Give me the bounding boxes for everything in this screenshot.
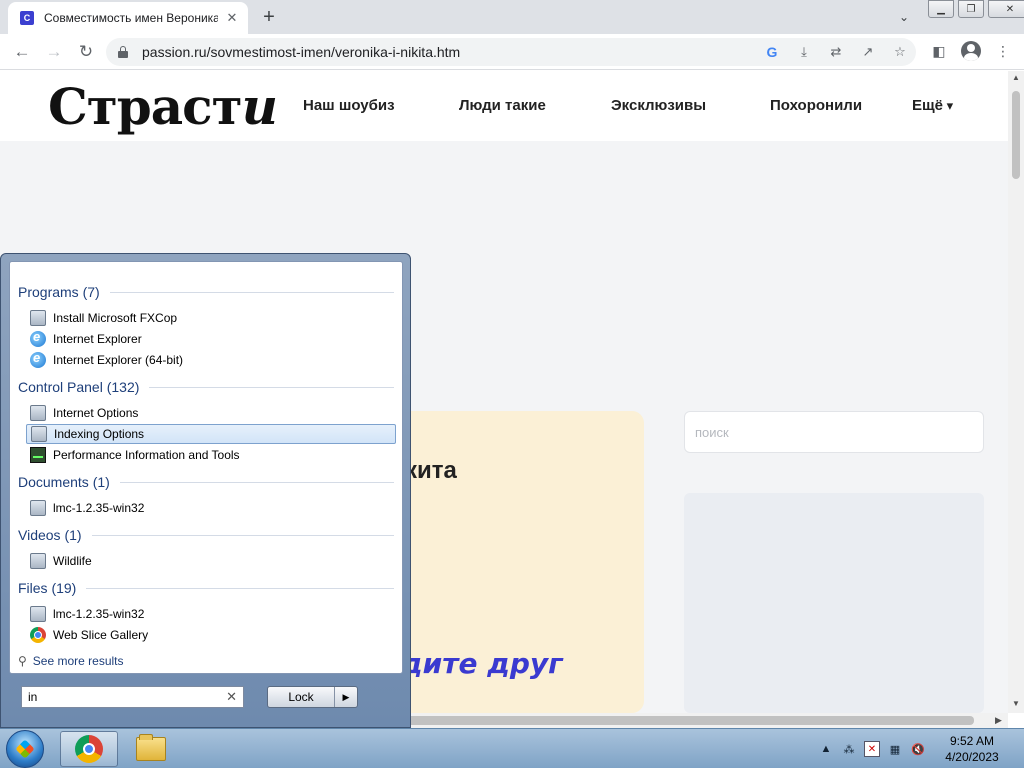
nav-link-showbiz[interactable]: Наш шоубиз bbox=[303, 97, 395, 114]
toolbar-right: ◧ ⋮ bbox=[928, 40, 1024, 62]
category-programs[interactable]: Programs (7) bbox=[18, 284, 394, 300]
chrome-icon bbox=[75, 735, 103, 763]
result-item[interactable]: Internet Explorer bbox=[26, 329, 396, 349]
site-search-input[interactable]: поиск bbox=[684, 411, 984, 453]
window-controls: ▁ ❐ ✕ bbox=[928, 0, 1024, 18]
restore-button[interactable]: ❐ bbox=[958, 0, 984, 18]
share-icon[interactable]: ↗ bbox=[858, 42, 878, 62]
internet-explorer-icon bbox=[30, 350, 46, 368]
menu-kebab-icon[interactable]: ⋮ bbox=[992, 40, 1014, 62]
tab-close-icon[interactable]: ✕ bbox=[224, 10, 240, 26]
browser-titlebar: С Совместимость имен Вероника ✕ + ⌄ ▁ ❐ … bbox=[0, 0, 1024, 34]
scroll-right-arrow-icon[interactable]: ▶ bbox=[995, 715, 1002, 726]
video-file-icon bbox=[30, 553, 46, 569]
side-panel-icon[interactable]: ◧ bbox=[928, 40, 950, 62]
address-bar-actions: G ⤓ ⇄ ↗ ☆ bbox=[750, 42, 910, 62]
file-icon bbox=[30, 500, 46, 516]
installer-icon bbox=[30, 310, 46, 326]
system-clock[interactable]: 9:52 AM 4/20/2023 bbox=[930, 733, 1014, 765]
reload-button[interactable]: ↻ bbox=[75, 41, 97, 63]
clock-date: 4/20/2023 bbox=[945, 750, 999, 764]
volume-muted-icon[interactable]: 🔇 bbox=[910, 741, 926, 757]
scroll-up-arrow-icon[interactable]: ▲ bbox=[1011, 73, 1021, 82]
see-more-results-link[interactable]: ⚲ See more results bbox=[18, 654, 124, 668]
shutdown-options-arrow-icon[interactable]: ▶ bbox=[335, 687, 357, 707]
show-hidden-icons-icon[interactable]: ▲ bbox=[818, 741, 834, 757]
lock-button[interactable]: Lock ▶ bbox=[267, 686, 358, 708]
result-item[interactable]: Internet Explorer (64-bit) bbox=[26, 350, 396, 370]
chrome-icon bbox=[30, 627, 46, 643]
search-results-panel: Programs (7) Install Microsoft FXCop Int… bbox=[9, 261, 403, 674]
article-title: кита bbox=[405, 457, 457, 484]
folder-icon bbox=[136, 734, 166, 761]
site-logo[interactable]: Страсти bbox=[48, 77, 278, 136]
vertical-scrollbar[interactable]: ▲ ▼ bbox=[1008, 71, 1024, 713]
result-item[interactable]: Wildlife bbox=[26, 551, 396, 571]
action-center-icon[interactable] bbox=[864, 741, 880, 757]
nav-link-obituaries[interactable]: Похоронили bbox=[770, 97, 862, 114]
nav-link-more[interactable]: Ещё bbox=[912, 97, 953, 114]
new-tab-button[interactable]: + bbox=[258, 6, 280, 28]
result-item[interactable]: Install Microsoft FXCop bbox=[26, 308, 396, 328]
indexing-options-icon bbox=[31, 426, 47, 442]
browser-tab[interactable]: С Совместимость имен Вероника ✕ bbox=[8, 2, 248, 34]
clock-time: 9:52 AM bbox=[949, 734, 995, 748]
address-bar[interactable]: passion.ru/sovmestimost-imen/veronika-i-… bbox=[106, 38, 916, 66]
network-disconnected-icon[interactable]: ▦ bbox=[887, 741, 903, 757]
lock-icon[interactable] bbox=[118, 46, 128, 58]
category-documents[interactable]: Documents (1) bbox=[18, 474, 394, 490]
result-item[interactable]: Internet Options bbox=[26, 403, 396, 423]
taskbar-explorer-button[interactable] bbox=[122, 731, 180, 767]
category-files[interactable]: Files (19) bbox=[18, 580, 394, 596]
file-icon bbox=[30, 606, 46, 622]
clear-search-icon[interactable]: ✕ bbox=[226, 689, 237, 705]
url-text[interactable]: passion.ru/sovmestimost-imen/veronika-i-… bbox=[142, 44, 460, 60]
performance-tools-icon bbox=[30, 447, 46, 463]
internet-explorer-icon bbox=[30, 329, 46, 347]
sidebar-block bbox=[684, 493, 984, 713]
result-item[interactable]: lmc-1.2.35-win32 bbox=[26, 498, 396, 518]
install-app-icon[interactable]: ⤓ bbox=[794, 42, 814, 62]
tab-title: Совместимость имен Вероника bbox=[44, 11, 218, 25]
result-item[interactable]: Performance Information and Tools bbox=[26, 445, 396, 465]
minimize-button[interactable]: ▁ bbox=[928, 0, 954, 18]
google-lens-icon[interactable]: G bbox=[762, 42, 782, 62]
start-button[interactable] bbox=[6, 730, 44, 768]
vertical-scroll-thumb[interactable] bbox=[1012, 91, 1020, 179]
system-tray: ▲ ⁂ ▦ 🔇 bbox=[818, 729, 933, 769]
site-header: Страсти Наш шоубиз Люди такие Эксклюзивы… bbox=[0, 71, 1008, 141]
tab-search-chevron-icon[interactable]: ⌄ bbox=[896, 9, 912, 25]
result-item[interactable]: Web Slice Gallery bbox=[26, 625, 396, 645]
start-menu: Programs (7) Install Microsoft FXCop Int… bbox=[0, 253, 411, 728]
translate-icon[interactable]: ⇄ bbox=[826, 42, 846, 62]
taskbar-chrome-button[interactable] bbox=[60, 731, 118, 767]
internet-options-icon bbox=[30, 405, 46, 421]
nav-link-people[interactable]: Люди такие bbox=[459, 97, 546, 114]
bookmark-star-icon[interactable]: ☆ bbox=[890, 42, 910, 62]
browser-toolbar: ← → ↻ passion.ru/sovmestimost-imen/veron… bbox=[0, 34, 1024, 70]
profile-avatar-icon[interactable] bbox=[960, 40, 982, 62]
back-button[interactable]: ← bbox=[11, 41, 33, 63]
nav-link-exclusives[interactable]: Эксклюзивы bbox=[611, 97, 706, 114]
close-window-button[interactable]: ✕ bbox=[988, 0, 1024, 18]
category-control-panel[interactable]: Control Panel (132) bbox=[18, 379, 394, 395]
taskbar: ▲ ⁂ ▦ 🔇 9:52 AM 4/20/2023 bbox=[0, 728, 1024, 768]
forward-button[interactable]: → bbox=[43, 41, 65, 63]
result-item[interactable]: lmc-1.2.35-win32 bbox=[26, 604, 396, 624]
category-videos[interactable]: Videos (1) bbox=[18, 527, 394, 543]
magnifier-icon: ⚲ bbox=[18, 654, 27, 668]
article-subtitle: дите друг bbox=[400, 647, 563, 680]
site-favicon-icon: С bbox=[20, 11, 34, 25]
result-item-selected[interactable]: Indexing Options bbox=[26, 424, 396, 444]
start-search-input[interactable]: in ✕ bbox=[21, 686, 244, 708]
network-status-icon[interactable]: ⁂ bbox=[841, 741, 857, 757]
scroll-down-arrow-icon[interactable]: ▼ bbox=[1011, 699, 1021, 708]
